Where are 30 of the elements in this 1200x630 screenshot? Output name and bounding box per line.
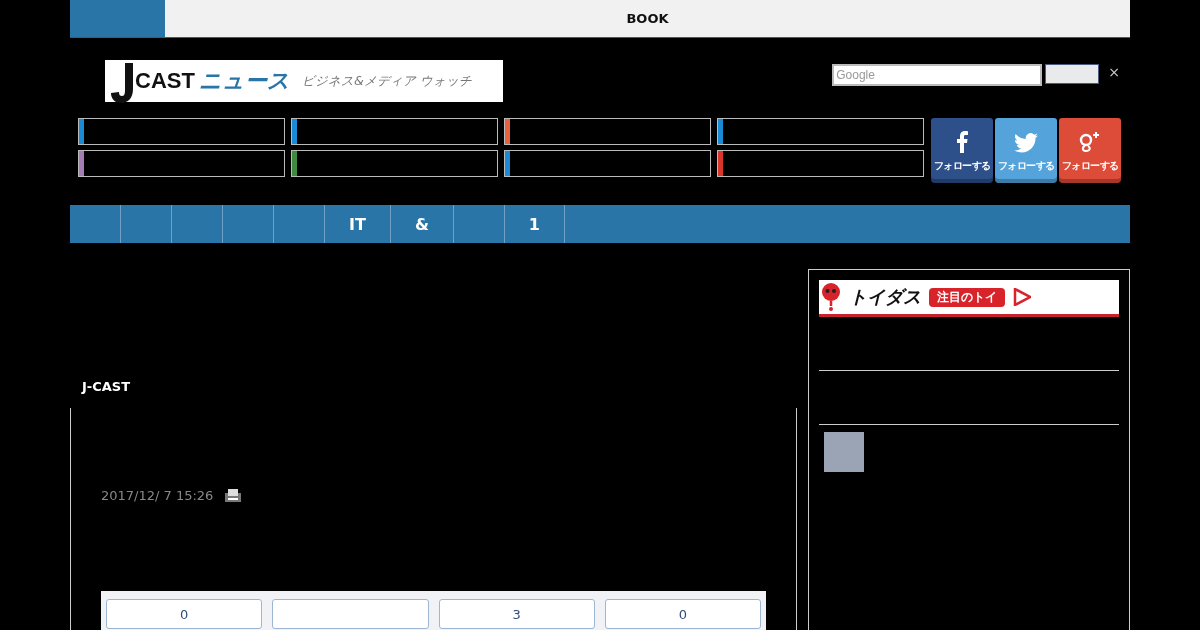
google-plus-icon: [1079, 131, 1101, 153]
category-link[interactable]: [291, 150, 498, 177]
category-link[interactable]: [504, 118, 711, 145]
search-field[interactable]: Google: [832, 64, 1043, 86]
nav-item[interactable]: &: [390, 205, 454, 243]
reaction-button[interactable]: 3: [438, 599, 595, 629]
category-link[interactable]: [78, 150, 285, 177]
top-bar-label[interactable]: BOOK: [165, 0, 1130, 37]
category-link[interactable]: [291, 118, 498, 145]
question-mascot-icon: [821, 283, 841, 311]
category-link[interactable]: [717, 118, 924, 145]
facebook-icon: [956, 131, 968, 153]
reaction-button[interactable]: 0: [604, 599, 761, 629]
follow-button[interactable]: フォローする: [1059, 118, 1121, 183]
article-date: 2017/12/ 7 15:26: [101, 487, 214, 503]
follow-button[interactable]: フォローする: [931, 118, 993, 183]
search-button[interactable]: [1045, 64, 1100, 84]
printer-icon[interactable]: [225, 488, 242, 502]
source-label: J-CAST: [80, 379, 132, 396]
bird-icon: [1014, 133, 1038, 153]
reaction-button[interactable]: 0: [106, 599, 263, 629]
category-link[interactable]: [504, 150, 711, 177]
site-logo[interactable]: CAST ニュース ビジネス&メディア ウォッチ: [105, 60, 503, 102]
close-button[interactable]: ×: [1108, 64, 1120, 80]
category-link[interactable]: [78, 118, 285, 145]
category-link[interactable]: [717, 150, 924, 177]
nav-item[interactable]: 1: [504, 205, 565, 243]
play-arrow-icon: [1013, 288, 1031, 306]
toidas-banner[interactable]: トイダス 注目のトイ: [819, 280, 1119, 317]
nav-item[interactable]: IT: [325, 205, 391, 243]
